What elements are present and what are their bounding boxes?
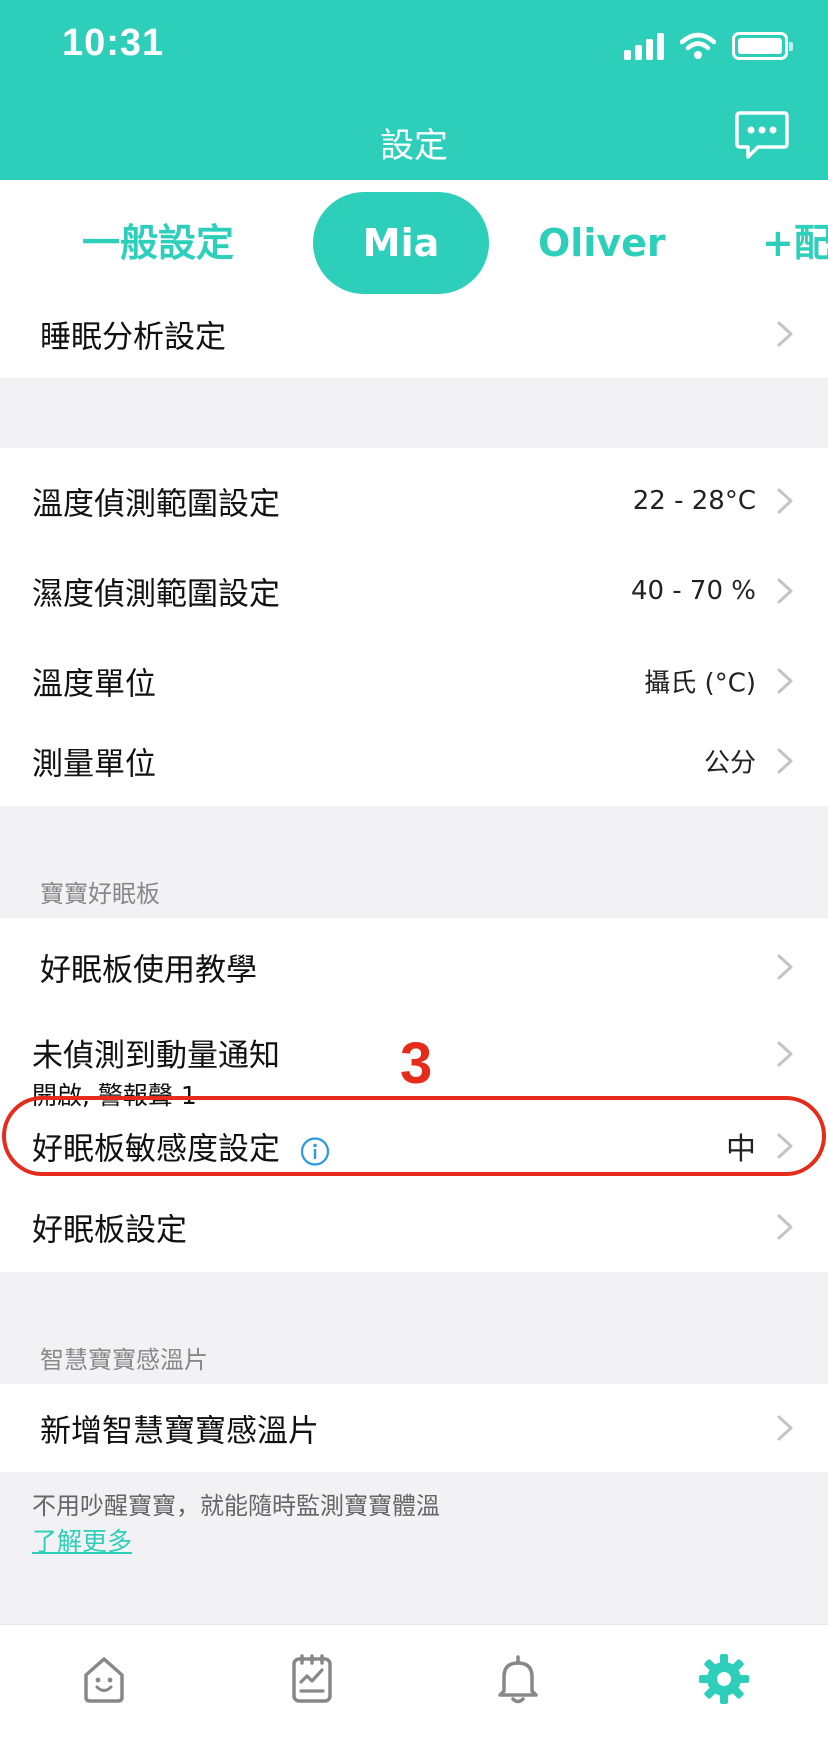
chevron-right-icon — [777, 668, 793, 694]
sleep-analysis-label: 睡眠分析設定 — [40, 319, 226, 356]
tab-oliver[interactable]: Oliver — [538, 192, 666, 294]
chat-icon[interactable] — [734, 110, 790, 162]
temp-range-row[interactable]: 溫度偵測範圍設定 22 - 28°C — [0, 456, 828, 546]
wifi-icon — [680, 32, 716, 59]
board-tutorial-row[interactable]: 好眠板使用教學 — [0, 922, 828, 1012]
humidity-range-row[interactable]: 濕度偵測範圍設定 40 - 70 % — [0, 546, 828, 636]
tab-general[interactable]: 一般設定 — [82, 192, 234, 294]
temp-unit-row[interactable]: 溫度單位 攝氏 (°C) — [0, 636, 828, 726]
bottom-nav — [0, 1624, 828, 1746]
highlight-outline — [2, 1096, 826, 1176]
sleep-analysis-row[interactable]: 睡眠分析設定 — [0, 296, 828, 372]
humidity-range-value: 40 - 70 % — [630, 576, 756, 606]
learn-more-link[interactable]: 了解更多 — [32, 1522, 132, 1558]
annotation-number: 3 — [400, 1031, 433, 1096]
chevron-right-icon — [777, 748, 793, 774]
profile-tabs: 一般設定 Mia Oliver +配對 — [0, 180, 828, 296]
board-section-header: 寶寶好眠板 — [40, 880, 160, 908]
add-thermo-label: 新增智慧寶寶感溫片 — [40, 1413, 319, 1450]
board-tutorial-label: 好眠板使用教學 — [40, 952, 257, 989]
battery-icon — [732, 32, 793, 60]
measure-unit-row[interactable]: 測量單位 公分 — [0, 716, 828, 806]
gear-icon[interactable] — [696, 1651, 752, 1707]
bell-icon[interactable] — [490, 1651, 546, 1707]
page-title: 設定 — [380, 126, 448, 166]
status-icons — [624, 28, 793, 60]
measure-unit-label: 測量單位 — [32, 746, 156, 783]
home-icon[interactable] — [76, 1651, 132, 1707]
chevron-right-icon — [777, 1041, 793, 1067]
temp-range-label: 溫度偵測範圍設定 — [32, 486, 280, 523]
tab-pair[interactable]: +配對 — [762, 192, 828, 294]
tab-mia[interactable]: Mia — [313, 192, 489, 294]
chevron-right-icon — [777, 578, 793, 604]
thermo-section: 新增智慧寶寶感溫片 — [0, 1384, 828, 1472]
temp-unit-label: 溫度單位 — [32, 666, 156, 703]
measure-unit-value: 公分 — [703, 748, 756, 779]
temp-unit-value: 攝氏 (°C) — [644, 668, 756, 699]
no-motion-label: 未偵測到動量通知 — [32, 1038, 280, 1074]
range-section: 溫度偵測範圍設定 22 - 28°C 濕度偵測範圍設定 40 - 70 % 溫度… — [0, 448, 828, 806]
chevron-right-icon — [777, 321, 793, 347]
chevron-right-icon — [777, 954, 793, 980]
chevron-right-icon — [777, 488, 793, 514]
thermo-description: 不用吵醒寶寶，就能隨時監測寶寶體溫 — [32, 1492, 440, 1520]
report-icon[interactable] — [284, 1651, 340, 1707]
humidity-range-label: 濕度偵測範圍設定 — [32, 576, 280, 613]
chevron-right-icon — [777, 1415, 793, 1441]
temp-range-value: 22 - 28°C — [632, 486, 756, 516]
thermo-section-header: 智慧寶寶感溫片 — [40, 1346, 208, 1374]
board-settings-row[interactable]: 好眠板設定 — [0, 1182, 828, 1272]
chevron-right-icon — [777, 1214, 793, 1240]
board-settings-label: 好眠板設定 — [32, 1212, 187, 1249]
sleep-section: 睡眠分析設定 — [0, 296, 828, 378]
signal-icon — [624, 32, 664, 60]
add-thermo-row[interactable]: 新增智慧寶寶感溫片 — [0, 1384, 828, 1472]
status-time: 10:31 — [62, 22, 165, 64]
app-header: 10:31 設定 — [0, 0, 828, 180]
